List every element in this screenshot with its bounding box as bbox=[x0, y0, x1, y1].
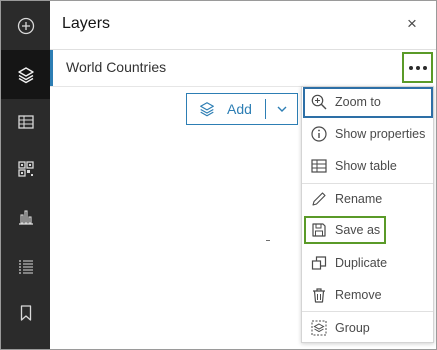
menu-item-save-as[interactable]: Save as bbox=[302, 215, 433, 245]
menu-item-label: Zoom to bbox=[335, 95, 381, 109]
menu-item-group[interactable]: Group bbox=[302, 313, 433, 343]
layers-icon bbox=[17, 66, 34, 83]
pencil-icon bbox=[312, 192, 326, 206]
table-tool-button[interactable] bbox=[1, 97, 50, 146]
menu-item-label: Duplicate bbox=[335, 256, 388, 270]
chart-tool-button[interactable] bbox=[1, 192, 50, 241]
grid-tool-button[interactable] bbox=[1, 144, 50, 193]
menu-item-label: Rename bbox=[335, 192, 383, 206]
add-dropdown-button[interactable] bbox=[266, 94, 297, 124]
add-layer-split-button: Add bbox=[186, 93, 298, 125]
menu-separator bbox=[302, 311, 433, 312]
legend-tool-button[interactable] bbox=[1, 241, 50, 290]
add-circle-icon bbox=[17, 17, 34, 34]
menu-item-rename[interactable]: Rename bbox=[302, 184, 433, 214]
menu-item-label: Show properties bbox=[335, 127, 426, 141]
duplicate-icon bbox=[311, 256, 327, 270]
qr-grid-icon bbox=[17, 160, 34, 177]
layer-row-world-countries[interactable]: World Countries bbox=[50, 50, 436, 86]
layers-add-icon bbox=[200, 102, 214, 117]
menu-item-label: Show table bbox=[335, 159, 397, 173]
close-button[interactable]: × bbox=[404, 15, 420, 33]
layer-name: World Countries bbox=[66, 59, 167, 75]
bookmark-tool-button[interactable] bbox=[1, 288, 50, 337]
add-button-label: Add bbox=[227, 101, 252, 117]
add-button[interactable]: Add bbox=[187, 94, 265, 124]
layer-context-menu: Zoom to Show properties Show table Renam… bbox=[301, 86, 434, 343]
layer-options-button[interactable] bbox=[402, 52, 433, 83]
table-icon bbox=[311, 159, 327, 173]
row-divider bbox=[50, 86, 302, 87]
menu-item-show-properties[interactable]: Show properties bbox=[302, 119, 433, 149]
table-icon bbox=[17, 114, 34, 129]
cursor-mark bbox=[266, 240, 270, 241]
menu-item-label: Save as bbox=[335, 223, 381, 237]
menu-item-zoom-to[interactable]: Zoom to bbox=[302, 87, 433, 117]
menu-item-show-table[interactable]: Show table bbox=[302, 151, 433, 181]
list-icon bbox=[18, 259, 33, 274]
menu-item-label: Group bbox=[335, 321, 370, 335]
trash-icon bbox=[313, 288, 325, 303]
add-tool-button[interactable] bbox=[1, 1, 50, 50]
menu-item-label: Remove bbox=[335, 288, 382, 302]
bookmark-icon bbox=[20, 304, 31, 321]
app-window: Layers × World Countries Add Zoom to Sho… bbox=[0, 0, 437, 350]
menu-item-remove[interactable]: Remove bbox=[302, 280, 433, 310]
chevron-down-icon bbox=[277, 106, 286, 112]
layer-selected-accent bbox=[50, 50, 53, 86]
menu-item-duplicate[interactable]: Duplicate bbox=[302, 248, 433, 278]
save-icon bbox=[312, 223, 326, 237]
zoom-in-icon bbox=[311, 94, 327, 110]
side-toolbar bbox=[1, 1, 50, 349]
layers-tool-button[interactable] bbox=[1, 50, 50, 99]
bar-chart-icon bbox=[18, 209, 33, 225]
more-dots-icon bbox=[408, 65, 427, 70]
panel-title: Layers bbox=[62, 15, 111, 32]
group-icon bbox=[311, 320, 327, 336]
info-icon bbox=[311, 126, 327, 142]
